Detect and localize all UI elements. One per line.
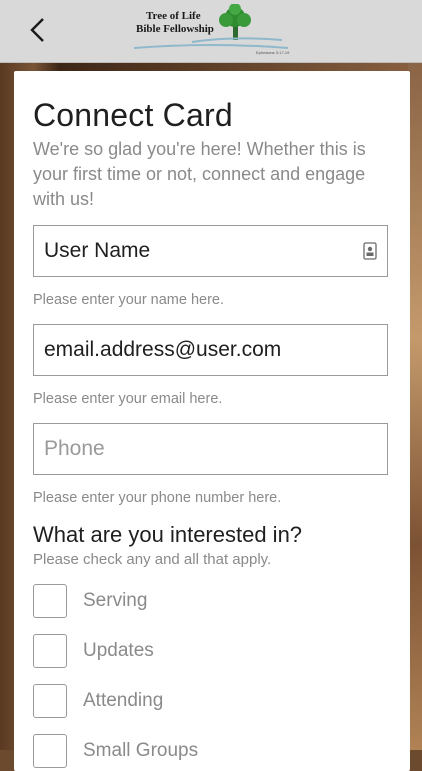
name-field[interactable] — [34, 226, 387, 276]
option-label: Small Groups — [83, 740, 199, 761]
option-label: Attending — [83, 690, 164, 711]
page-title: Connect Card — [33, 97, 233, 133]
option-label: Serving — [83, 590, 148, 611]
option-updates[interactable]: Updates — [33, 634, 333, 670]
email-field-box — [33, 324, 388, 376]
name-field-box — [33, 225, 388, 277]
phone-field-box — [33, 423, 388, 475]
church-logo: Tree of Life Bible Fellowship Ephesians … — [132, 3, 292, 56]
contact-card-icon[interactable] — [363, 242, 377, 260]
background-edge — [408, 63, 422, 750]
svg-text:Tree of Life: Tree of Life — [146, 10, 201, 22]
svg-text:Bible Fellowship: Bible Fellowship — [136, 23, 214, 35]
top-bar: Tree of Life Bible Fellowship Ephesians … — [0, 0, 422, 63]
phone-help: Please enter your phone number here. — [33, 490, 282, 506]
name-help: Please enter your name here. — [33, 292, 225, 308]
option-serving[interactable]: Serving — [33, 584, 333, 620]
interest-question: What are you interested in? — [33, 522, 303, 547]
option-attending[interactable]: Attending — [33, 684, 333, 720]
checkbox[interactable] — [33, 634, 67, 668]
interest-subtitle: Please check any and all that apply. — [33, 551, 272, 568]
email-field[interactable] — [34, 325, 387, 375]
logo-tagline: Ephesians 3:17-19 — [256, 50, 290, 55]
checkbox[interactable] — [33, 684, 67, 718]
connect-card: Connect Card We're so glad you're here! … — [14, 71, 410, 771]
email-help: Please enter your email here. — [33, 391, 223, 407]
checkbox[interactable] — [33, 734, 67, 768]
checkbox[interactable] — [33, 584, 67, 618]
intro-text: We're so glad you're here! Whether this … — [33, 139, 366, 209]
back-button[interactable] — [22, 12, 52, 48]
option-small-groups[interactable]: Small Groups — [33, 734, 333, 770]
option-label: Updates — [83, 640, 154, 661]
chevron-left-icon — [30, 18, 44, 42]
phone-field[interactable] — [34, 424, 387, 474]
